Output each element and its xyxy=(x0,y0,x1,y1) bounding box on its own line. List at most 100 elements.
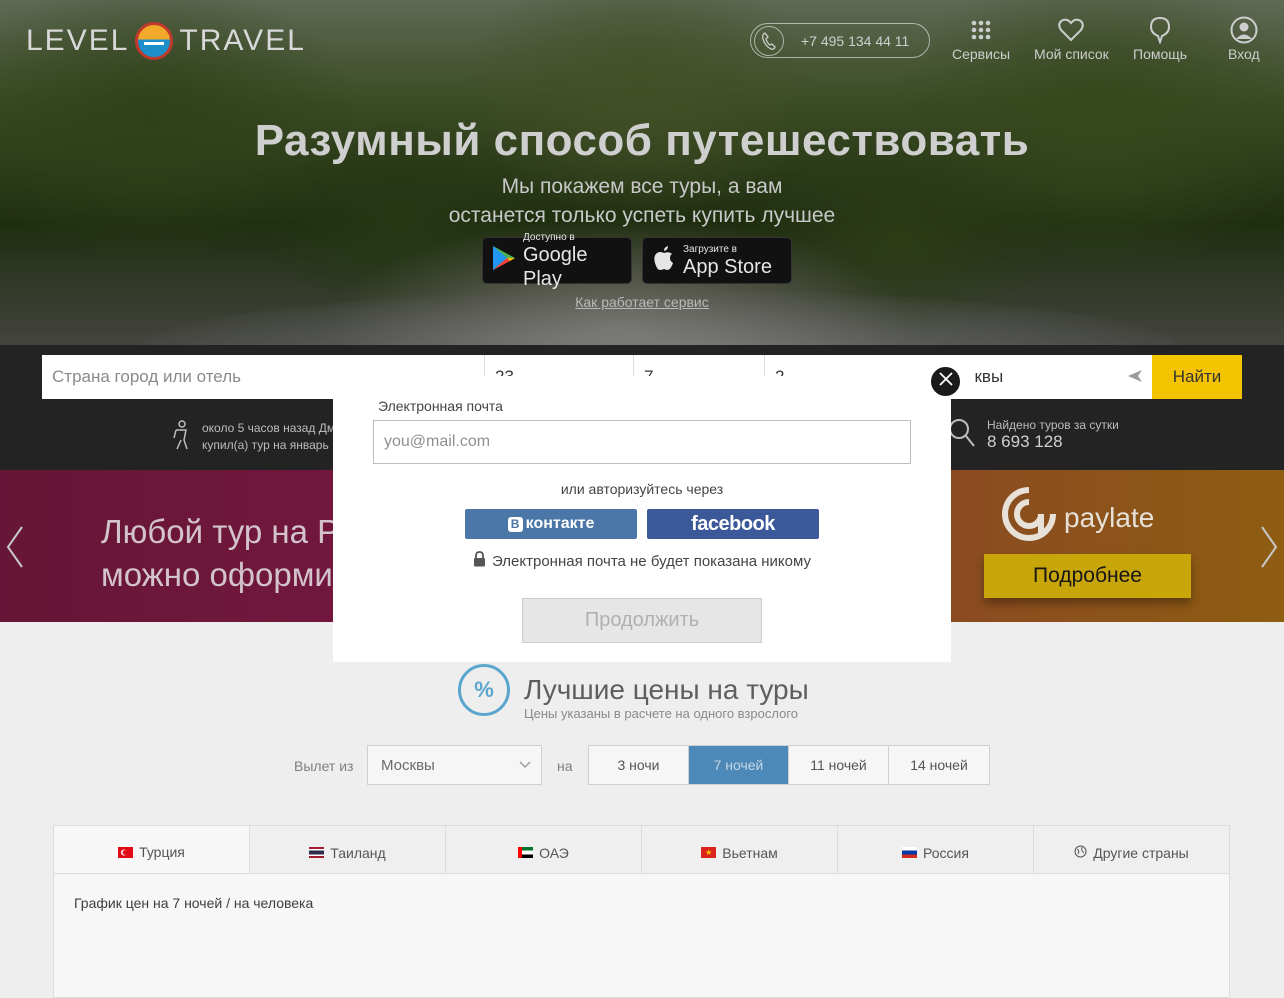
globe-icon xyxy=(1074,845,1087,861)
paylate-text: paylate xyxy=(1064,501,1155,533)
recent-purchase-text: около 5 часов назад Дм купил(а) тур на я… xyxy=(202,420,335,454)
hero-subtitle-line1: Мы покажем все туры, а вам xyxy=(501,175,783,198)
price-chart-caption: График цен на 7 ночей / на человека xyxy=(74,895,314,911)
apple-icon xyxy=(653,245,675,276)
turkey-flag-icon xyxy=(118,846,134,858)
nav-my-list-label: Мой список xyxy=(1034,46,1109,62)
nights-toggle-group: 3 ночи 7 ночей 11 ночей 14 ночей xyxy=(588,745,990,785)
carousel-next-arrow-icon[interactable] xyxy=(1260,525,1278,577)
recent-purchase-line2: купил(а) тур на январь xyxy=(202,438,329,452)
user-icon xyxy=(1230,16,1258,44)
login-modal: Электронная почта или авторизуйтесь чере… xyxy=(333,376,951,662)
nights-option-7[interactable]: 7 ночей xyxy=(689,746,789,784)
grid-icon xyxy=(971,16,991,44)
app-store-small: Загрузите в xyxy=(683,244,737,255)
help-bubble-icon xyxy=(1149,16,1171,44)
best-prices-title: Лучшие цены на туры xyxy=(524,674,809,705)
promo-line1: Любой тур на Р xyxy=(101,513,340,550)
logo-sun-icon xyxy=(135,22,174,60)
search-magnifier-icon xyxy=(948,418,976,453)
heart-icon xyxy=(1058,16,1085,44)
country-tabs-panel: Турция Таиланд ОАЭ ★ Вьетнам Россия Друг… xyxy=(53,825,1230,998)
tab-other-countries-label: Другие страны xyxy=(1093,844,1189,861)
vk-logo-icon: В xyxy=(507,516,523,532)
thailand-flag-icon xyxy=(309,847,325,858)
departure-city-value: квы xyxy=(974,367,1004,386)
how-it-works-link[interactable]: Как работает сервис xyxy=(0,294,1284,310)
discount-badge-icon: % xyxy=(458,664,510,716)
logo-text-right: TRAVEL xyxy=(179,24,306,57)
close-label[interactable]: закрыть xyxy=(880,363,925,375)
tab-uae[interactable]: ОАЭ xyxy=(446,826,642,873)
tab-vietnam[interactable]: ★ Вьетнам xyxy=(642,826,838,873)
tab-thailand[interactable]: Таиланд xyxy=(250,826,446,873)
tab-vietnam-label: Вьетнам xyxy=(722,844,778,861)
vietnam-flag-icon: ★ xyxy=(701,847,717,858)
tab-thailand-label: Таиланд xyxy=(330,844,386,861)
email-label: Электронная почта xyxy=(378,398,503,414)
recent-purchase-line1: около 5 часов назад Дм xyxy=(202,421,336,435)
privacy-text: Электронная почта не будет показана нико… xyxy=(492,552,811,570)
hero-title: Разумный способ путешествовать xyxy=(254,116,1030,165)
nav-services-label: Сервисы xyxy=(952,46,1011,62)
traveler-icon xyxy=(170,420,192,455)
best-prices-subtitle: Цены указаны в расчете на одного взросло… xyxy=(524,706,799,721)
tab-turkey-label: Турция xyxy=(139,844,185,860)
departure-city-select[interactable]: Москвы xyxy=(367,745,542,785)
on-label: на xyxy=(557,758,573,774)
nav-login[interactable]: Вход xyxy=(1228,16,1260,62)
google-play-icon xyxy=(492,245,516,276)
find-button[interactable]: Найти xyxy=(1152,355,1242,399)
tab-other-countries[interactable]: Другие страны xyxy=(1034,826,1229,873)
russia-flag-icon xyxy=(902,847,918,858)
paylate-logo: paylate xyxy=(1000,485,1154,550)
close-modal-button[interactable] xyxy=(929,365,962,398)
facebook-login-button[interactable]: facebook xyxy=(647,509,819,539)
country-tab-row: Турция Таиланд ОАЭ ★ Вьетнам Россия Друг… xyxy=(54,826,1229,874)
destination-placeholder: Страна город или отель xyxy=(52,367,241,386)
google-play-small: Доступно в xyxy=(523,232,575,243)
phone-number: +7 495 134 44 11 xyxy=(801,32,910,49)
found-count: 8 693 128 xyxy=(987,432,1063,451)
lock-icon xyxy=(473,551,486,571)
nav-my-list[interactable]: Мой список xyxy=(1034,16,1109,62)
privacy-note: Электронная почта не будет показана нико… xyxy=(333,551,951,571)
vk-login-label: контакте xyxy=(525,515,595,532)
facebook-login-label: facebook xyxy=(691,512,775,535)
plane-icon xyxy=(1126,367,1144,390)
nav-login-label: Вход xyxy=(1228,46,1260,62)
app-store-button[interactable]: Загрузите в App Store xyxy=(642,237,792,284)
tab-russia-label: Россия xyxy=(923,844,969,861)
nav-help-label: Помощь xyxy=(1133,46,1188,62)
nights-option-14[interactable]: 14 ночей xyxy=(889,746,989,784)
departure-label: Вылет из xyxy=(294,758,354,774)
google-play-button[interactable]: Доступно в Google Play xyxy=(482,232,632,290)
tab-russia[interactable]: Россия xyxy=(838,826,1034,873)
promo-line2: можно оформи xyxy=(101,556,333,593)
vk-login-button[interactable]: В контакте xyxy=(465,509,637,539)
google-play-big: Google Play xyxy=(523,244,588,290)
phone-icon xyxy=(754,25,784,56)
continue-button[interactable]: Продолжить xyxy=(522,598,762,643)
email-field[interactable] xyxy=(373,420,911,464)
tab-uae-label: ОАЭ xyxy=(539,844,569,861)
app-store-big: App Store xyxy=(683,256,772,278)
nights-option-3[interactable]: 3 ночи xyxy=(589,746,689,784)
phone-button[interactable]: +7 495 134 44 11 xyxy=(750,23,930,58)
hero-subtitle-line2: останется только успеть купить лучшее xyxy=(448,204,836,227)
nights-option-11[interactable]: 11 ночей xyxy=(789,746,889,784)
more-button[interactable]: Подробнее xyxy=(984,554,1191,598)
tab-turkey[interactable]: Турция xyxy=(54,826,250,873)
logo-text-left: LEVEL xyxy=(26,24,130,57)
carousel-prev-arrow-icon[interactable] xyxy=(6,525,24,577)
close-icon xyxy=(938,371,954,392)
promo-text: Любой тур на Р можно оформи xyxy=(101,510,339,596)
paylate-mark-icon xyxy=(1000,485,1058,550)
departure-city-value: Москвы xyxy=(381,756,435,774)
site-logo[interactable]: LEVEL TRAVEL xyxy=(26,18,306,64)
nav-help[interactable]: Помощь xyxy=(1133,16,1187,62)
chevron-down-icon xyxy=(519,757,531,772)
hero-subtitle: Мы покажем все туры, а вам останется тол… xyxy=(0,172,1284,230)
uae-flag-icon xyxy=(518,847,534,858)
nav-services[interactable]: Сервисы xyxy=(952,16,1010,62)
